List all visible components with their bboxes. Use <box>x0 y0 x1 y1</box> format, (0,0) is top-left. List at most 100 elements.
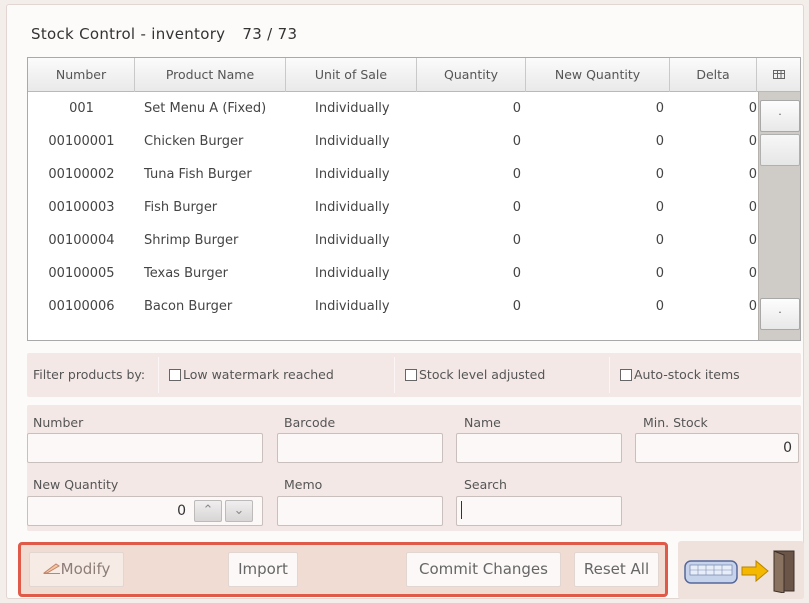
cell-delta: 0 <box>748 266 757 281</box>
cell-new-quantity: 0 <box>655 200 664 215</box>
filter-auto-stock[interactable]: Auto-stock items <box>620 367 740 382</box>
number-field[interactable] <box>27 433 263 463</box>
item-count: 73 / 73 <box>242 25 298 43</box>
cell-number: 00100002 <box>48 167 115 182</box>
name-field[interactable] <box>456 433 622 463</box>
column-header-new-quantity[interactable]: New Quantity <box>526 58 670 92</box>
cell-quantity: 0 <box>512 101 521 116</box>
cell-new-quantity: 0 <box>655 266 664 281</box>
divider <box>394 357 395 393</box>
barcode-label: Barcode <box>284 415 336 430</box>
table-row[interactable]: 00100001 Chicken Burger Individually 0 0 0 <box>28 125 758 158</box>
scroll-down-icon: · <box>778 306 782 319</box>
cell-quantity: 0 <box>512 134 521 149</box>
filter-auto-stock-label: Auto-stock items <box>634 367 740 382</box>
filter-stock-adjusted[interactable]: Stock level adjusted <box>405 367 545 382</box>
search-input[interactable] <box>456 496 622 526</box>
scroll-down-button[interactable]: · <box>760 298 800 330</box>
barcode-field[interactable] <box>277 433 443 463</box>
cell-product-name: Set Menu A (Fixed) <box>144 101 267 116</box>
product-edit-form: Number Barcode Name Min. Stock New Quant… <box>27 405 801 531</box>
title-text: Stock Control - inventory <box>31 25 226 43</box>
column-header-product-name[interactable]: Product Name <box>135 58 286 92</box>
number-label: Number <box>33 415 84 430</box>
column-header-number[interactable]: Number <box>28 58 135 92</box>
cell-unit-of-sale: Individually <box>315 200 390 215</box>
checkbox-stock-adjusted[interactable] <box>405 368 417 381</box>
cell-product-name: Texas Burger <box>144 266 228 281</box>
table-scrollbar[interactable]: · · <box>758 92 800 340</box>
name-label: Name <box>464 415 501 430</box>
column-header-quantity[interactable]: Quantity <box>417 58 526 92</box>
cell-unit-of-sale: Individually <box>315 233 390 248</box>
cell-new-quantity: 0 <box>655 233 664 248</box>
search-wrapper <box>456 496 622 526</box>
cell-delta: 0 <box>748 167 757 182</box>
cell-new-quantity: 0 <box>655 299 664 314</box>
scroll-up-button[interactable]: · <box>760 100 800 132</box>
scroll-thumb[interactable] <box>760 134 800 166</box>
cell-quantity: 0 <box>512 200 521 215</box>
cell-delta: 0 <box>748 233 757 248</box>
column-chooser-icon <box>772 69 785 82</box>
cell-number: 00100004 <box>48 233 115 248</box>
checkbox-low-watermark[interactable] <box>169 368 181 381</box>
exit-button[interactable] <box>678 541 804 599</box>
table-row[interactable]: 001 Set Menu A (Fixed) Individually 0 0 0 <box>28 92 758 125</box>
cell-new-quantity: 0 <box>655 167 664 182</box>
cell-product-name: Shrimp Burger <box>144 233 239 248</box>
memo-label: Memo <box>284 477 323 492</box>
table-row[interactable]: 00100004 Shrimp Burger Individually 0 0 0 <box>28 224 758 257</box>
cell-number: 00100006 <box>48 299 115 314</box>
min-stock-field[interactable] <box>635 433 799 463</box>
decrement-button[interactable]: ⌄ <box>225 500 253 522</box>
exit-icon <box>684 549 800 597</box>
cell-unit-of-sale: Individually <box>315 266 390 281</box>
chevron-up-icon: ⌃ <box>202 503 214 518</box>
table-row[interactable]: 00100005 Texas Burger Individually 0 0 0 <box>28 257 758 290</box>
cell-quantity: 0 <box>512 299 521 314</box>
reset-all-button[interactable]: Reset All <box>574 552 659 587</box>
modify-button[interactable]: Modify <box>29 552 124 587</box>
text-cursor <box>461 501 462 519</box>
table-row[interactable]: 00100003 Fish Burger Individually 0 0 0 <box>28 191 758 224</box>
increment-button[interactable]: ⌃ <box>194 500 222 522</box>
memo-field[interactable] <box>277 496 443 526</box>
search-label: Search <box>464 477 507 492</box>
cell-product-name: Fish Burger <box>144 200 218 215</box>
cell-new-quantity: 0 <box>655 134 664 149</box>
cell-delta: 0 <box>748 134 757 149</box>
cell-quantity: 0 <box>512 167 521 182</box>
filter-low-watermark-label: Low watermark reached <box>183 367 334 382</box>
commit-changes-button[interactable]: Commit Changes <box>406 552 561 587</box>
cell-unit-of-sale: Individually <box>315 299 390 314</box>
column-header-unit-of-sale[interactable]: Unit of Sale <box>286 58 417 92</box>
table-row[interactable]: 00100002 Tuna Fish Burger Individually 0 0 0 <box>28 158 758 191</box>
filter-stock-adjusted-label: Stock level adjusted <box>419 367 546 382</box>
filter-label: Filter products by: <box>33 367 146 382</box>
cell-unit-of-sale: Individually <box>315 101 390 116</box>
partial-next-row <box>28 333 758 340</box>
cell-quantity: 0 <box>512 233 521 248</box>
column-header-delta[interactable]: Delta <box>670 58 757 92</box>
cell-number: 001 <box>69 101 94 116</box>
cell-delta: 0 <box>748 299 757 314</box>
table-row[interactable]: 00100006 Bacon Burger Individually 0 0 0 <box>28 290 758 323</box>
cell-number: 00100001 <box>48 134 115 149</box>
table-body: 001 Set Menu A (Fixed) Individually 0 0 0 0010… <box>28 92 758 323</box>
page-title: Stock Control - inventory 73 / 73 <box>31 25 297 43</box>
import-button[interactable]: Import <box>228 552 298 587</box>
table-header: Number Product Name Unit of Sale Quantit… <box>28 58 800 92</box>
chevron-down-icon: ⌄ <box>233 503 245 518</box>
filter-low-watermark[interactable]: Low watermark reached <box>169 367 334 382</box>
cell-new-quantity: 0 <box>655 101 664 116</box>
pencil-icon <box>42 553 61 586</box>
cell-product-name: Bacon Burger <box>144 299 233 314</box>
min-stock-label: Min. Stock <box>643 415 708 430</box>
cell-unit-of-sale: Individually <box>315 167 390 182</box>
new-quantity-label: New Quantity <box>33 477 119 492</box>
cell-number: 00100003 <box>48 200 115 215</box>
column-chooser-button[interactable] <box>757 58 800 92</box>
action-bar: Modify Import Commit Changes Reset All <box>18 542 668 597</box>
checkbox-auto-stock[interactable] <box>620 368 632 381</box>
